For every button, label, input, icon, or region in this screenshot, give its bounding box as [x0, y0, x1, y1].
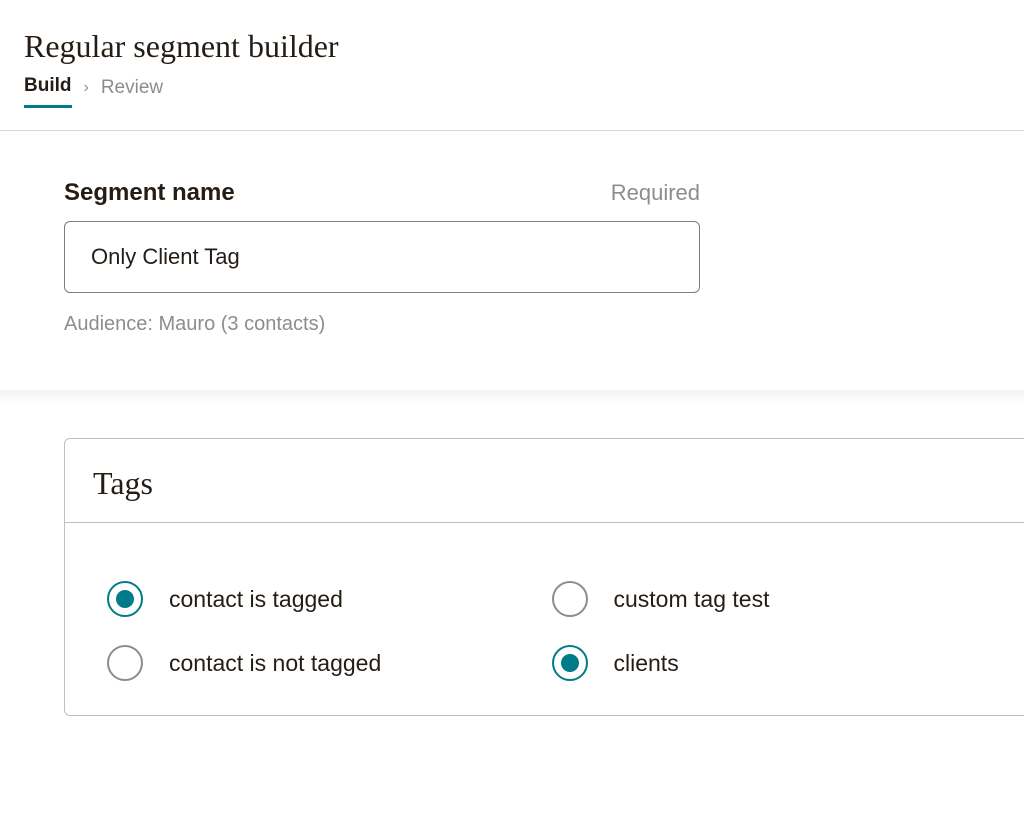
tags-header: Tags	[65, 439, 1024, 523]
tags-panel: Tags contact is tagged custom tag test c…	[64, 438, 1024, 716]
required-label: Required	[611, 180, 700, 206]
radio-contact-not-tagged[interactable]: contact is not tagged	[107, 645, 552, 681]
breadcrumb-review[interactable]: Review	[101, 77, 163, 107]
radio-contact-tagged[interactable]: contact is tagged	[107, 581, 552, 617]
tags-body: contact is tagged custom tag test contac…	[65, 523, 1024, 715]
page-header: Regular segment builder Build › Review	[0, 0, 1024, 108]
segment-name-input[interactable]	[64, 221, 700, 293]
breadcrumb: Build › Review	[24, 75, 1000, 108]
radio-icon	[107, 581, 143, 617]
tags-title: Tags	[93, 465, 996, 502]
page-title: Regular segment builder	[24, 28, 1000, 65]
radio-label: custom tag test	[614, 586, 770, 613]
label-row: Segment name Required	[64, 179, 700, 207]
radio-label: contact is not tagged	[169, 650, 381, 677]
chevron-right-icon: ›	[84, 79, 89, 105]
segment-name-label: Segment name	[64, 179, 235, 207]
segment-name-section: Segment name Required Audience: Mauro (3…	[0, 131, 1024, 374]
radio-label: clients	[614, 650, 679, 677]
radio-icon	[552, 645, 588, 681]
radio-icon	[107, 645, 143, 681]
radio-icon	[552, 581, 588, 617]
radio-label: contact is tagged	[169, 586, 343, 613]
section-divider	[0, 390, 1024, 404]
radio-custom-tag-test[interactable]: custom tag test	[552, 581, 997, 617]
audience-info: Audience: Mauro (3 contacts)	[64, 313, 960, 336]
breadcrumb-build[interactable]: Build	[24, 75, 72, 108]
radio-clients[interactable]: clients	[552, 645, 997, 681]
